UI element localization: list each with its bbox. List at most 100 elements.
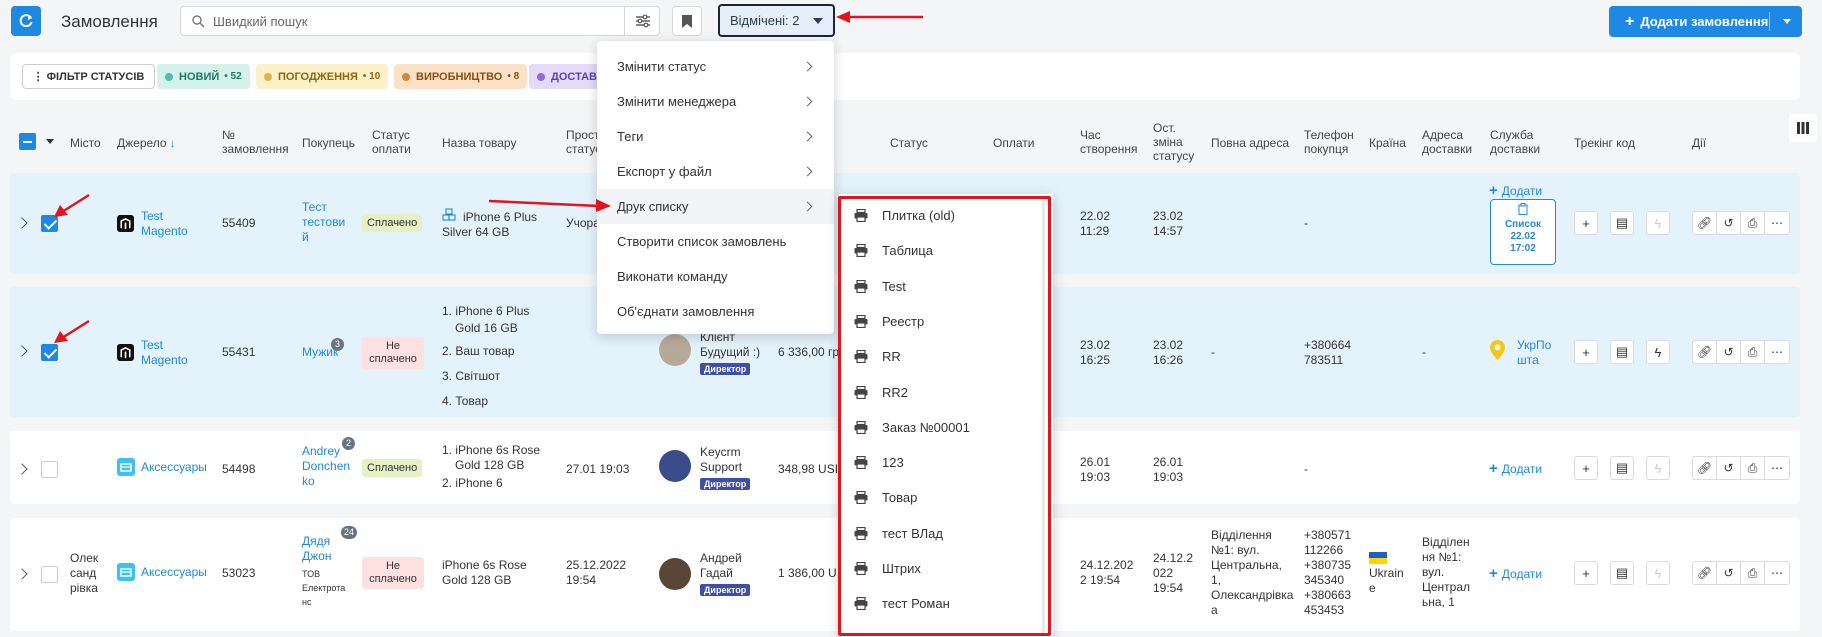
manager-line: Keycrm	[700, 445, 741, 459]
row-checkbox[interactable]	[41, 566, 58, 583]
count-value: 8	[513, 71, 520, 82]
more-icon[interactable]: ⋯	[1765, 562, 1789, 584]
status-chip[interactable]: НОВИЙ • 52	[157, 64, 250, 89]
status-chip[interactable]: ВИРОБНИЦТВО • 8	[394, 64, 528, 89]
source-link[interactable]: Аксессуары	[141, 460, 207, 475]
phone: +380571 112266 +380735 345340 +380663 45…	[1304, 528, 1351, 618]
source-link[interactable]: Аксессуары	[141, 565, 207, 580]
link-icon[interactable]: 🔗︎	[1693, 562, 1717, 584]
address-line: 1,	[1211, 573, 1222, 587]
delivery-address-line: Відділен	[1422, 535, 1470, 549]
link-icon[interactable]: 🔗︎	[1693, 457, 1717, 479]
row-checkbox[interactable]	[41, 344, 58, 361]
order-number[interactable]: 54498	[222, 462, 255, 477]
buyer-orders-count: 2	[342, 437, 355, 450]
more-icon[interactable]: ⋯	[1765, 212, 1789, 234]
delivery-service-link[interactable]: УкрПо шта	[1517, 338, 1551, 368]
buyer-link[interactable]: Тест тестови й	[302, 200, 345, 245]
order-number[interactable]: 53023	[222, 566, 255, 581]
lightning-icon[interactable]: ϟ	[1646, 211, 1670, 235]
col-order-no-line: замовлення	[222, 142, 289, 156]
row-actions: 🔗︎ ↺ ⎙ ⋯	[1692, 456, 1790, 480]
status-chip-count: • 10	[362, 71, 381, 82]
menu-item-label: Друк списку	[617, 199, 689, 214]
document-icon[interactable]: ▤	[1610, 211, 1634, 235]
menu-item[interactable]: Друк списку	[597, 189, 834, 224]
bookmark-button[interactable]	[672, 6, 702, 36]
divider	[1769, 12, 1770, 31]
source-link[interactable]: Test Magento	[141, 209, 188, 239]
product-line: iPhone 6s Rose	[442, 558, 527, 572]
menu-item[interactable]: Об'єднати замовлення	[597, 294, 834, 329]
document-icon[interactable]: ▤	[1610, 340, 1634, 364]
col-source[interactable]: Джерело ↓	[117, 136, 176, 150]
link-icon[interactable]: 🔗︎	[1693, 212, 1717, 234]
source-link[interactable]: Test Magento	[141, 338, 188, 368]
lightning-icon[interactable]: ϟ	[1646, 456, 1670, 480]
select-all-checkbox[interactable]	[19, 133, 36, 150]
time-line: 26.01	[1080, 455, 1111, 469]
chevron-down-icon[interactable]	[1783, 19, 1791, 24]
add-delivery-link[interactable]: + Додати	[1489, 182, 1542, 199]
add-tracking-button[interactable]: +	[1574, 340, 1598, 364]
magento-icon	[117, 215, 134, 232]
col-city: Місто	[70, 136, 101, 150]
history-icon[interactable]: ↺	[1717, 341, 1741, 363]
city-line: санд	[70, 566, 97, 580]
more-icon[interactable]: ⋯	[1765, 457, 1789, 479]
time-line: 23.02	[1153, 209, 1184, 223]
menu-item[interactable]: Експорт у файл	[597, 154, 834, 189]
print-icon[interactable]: ⎙	[1741, 457, 1765, 479]
selected-orders-dropdown[interactable]: Відмічені: 2	[718, 4, 835, 37]
time-line: 23.02	[1153, 338, 1184, 352]
add-delivery-link[interactable]: + Додати	[1489, 565, 1542, 582]
status-chip[interactable]: ДОСТАВ	[529, 64, 605, 89]
buyer-link[interactable]: Andrey Donchen ko	[302, 444, 350, 489]
marketplace-icon	[117, 458, 135, 476]
link-icon[interactable]: 🔗︎	[1693, 341, 1717, 363]
order-number[interactable]: 55409	[222, 216, 255, 231]
add-tracking-button[interactable]: +	[1574, 456, 1598, 480]
row-checkbox[interactable]	[41, 461, 58, 478]
menu-item[interactable]: Теги	[597, 119, 834, 154]
col-created-line: Час	[1080, 128, 1101, 142]
refresh-button[interactable]	[11, 6, 41, 36]
history-icon[interactable]: ↺	[1717, 562, 1741, 584]
buyer-link[interactable]: Дядя Джон	[302, 534, 331, 564]
time-line: 19:03	[1153, 470, 1184, 484]
more-icon[interactable]: ⋯	[1765, 341, 1789, 363]
annotation-arrow-icon	[836, 11, 923, 23]
col-overdue-line: Прост	[566, 128, 600, 142]
order-number[interactable]: 55431	[222, 345, 255, 360]
document-icon[interactable]: ▤	[1610, 456, 1634, 480]
col-delivery-address-line: доставки	[1422, 142, 1473, 156]
columns-toggle-button[interactable]	[1789, 114, 1817, 142]
add-delivery-link[interactable]: + Додати	[1489, 460, 1542, 477]
page-title: Замовлення	[61, 12, 158, 31]
menu-item[interactable]: Змінити статус	[597, 49, 834, 84]
print-icon[interactable]: ⎙	[1741, 562, 1765, 584]
menu-item[interactable]: Створити список замовлень	[597, 224, 834, 259]
source-line: Test	[141, 338, 164, 352]
status-chip[interactable]: ПОГОДЖЕННЯ • 10	[256, 64, 389, 89]
product-line: 1. iPhone 6s Rose	[442, 443, 541, 457]
document-icon[interactable]: ▤	[1610, 561, 1634, 585]
annotation-arrow-icon	[54, 319, 90, 343]
add-tracking-button[interactable]: +	[1574, 211, 1598, 235]
add-order-button[interactable]: + Додати замовлення	[1609, 6, 1802, 37]
list-card[interactable]: Список 22.02 17:02	[1490, 199, 1556, 265]
history-icon[interactable]: ↺	[1717, 212, 1741, 234]
status-filter-button[interactable]: ⋮ ФІЛЬТР СТАТУСІВ	[22, 64, 155, 89]
add-tracking-button[interactable]: +	[1574, 561, 1598, 585]
chevron-down-icon[interactable]	[46, 139, 54, 144]
print-icon[interactable]: ⎙	[1741, 212, 1765, 234]
filter-settings-icon[interactable]	[635, 13, 651, 29]
menu-item[interactable]: Змінити менеджера	[597, 84, 834, 119]
menu-item[interactable]: Виконати команду	[597, 259, 834, 294]
print-icon[interactable]: ⎙	[1741, 341, 1765, 363]
search-input[interactable]: Швидкий пошук	[180, 6, 660, 36]
lightning-icon[interactable]: ϟ	[1646, 340, 1670, 364]
lightning-icon[interactable]: ϟ	[1646, 561, 1670, 585]
address-line: а	[1211, 603, 1218, 617]
history-icon[interactable]: ↺	[1717, 457, 1741, 479]
